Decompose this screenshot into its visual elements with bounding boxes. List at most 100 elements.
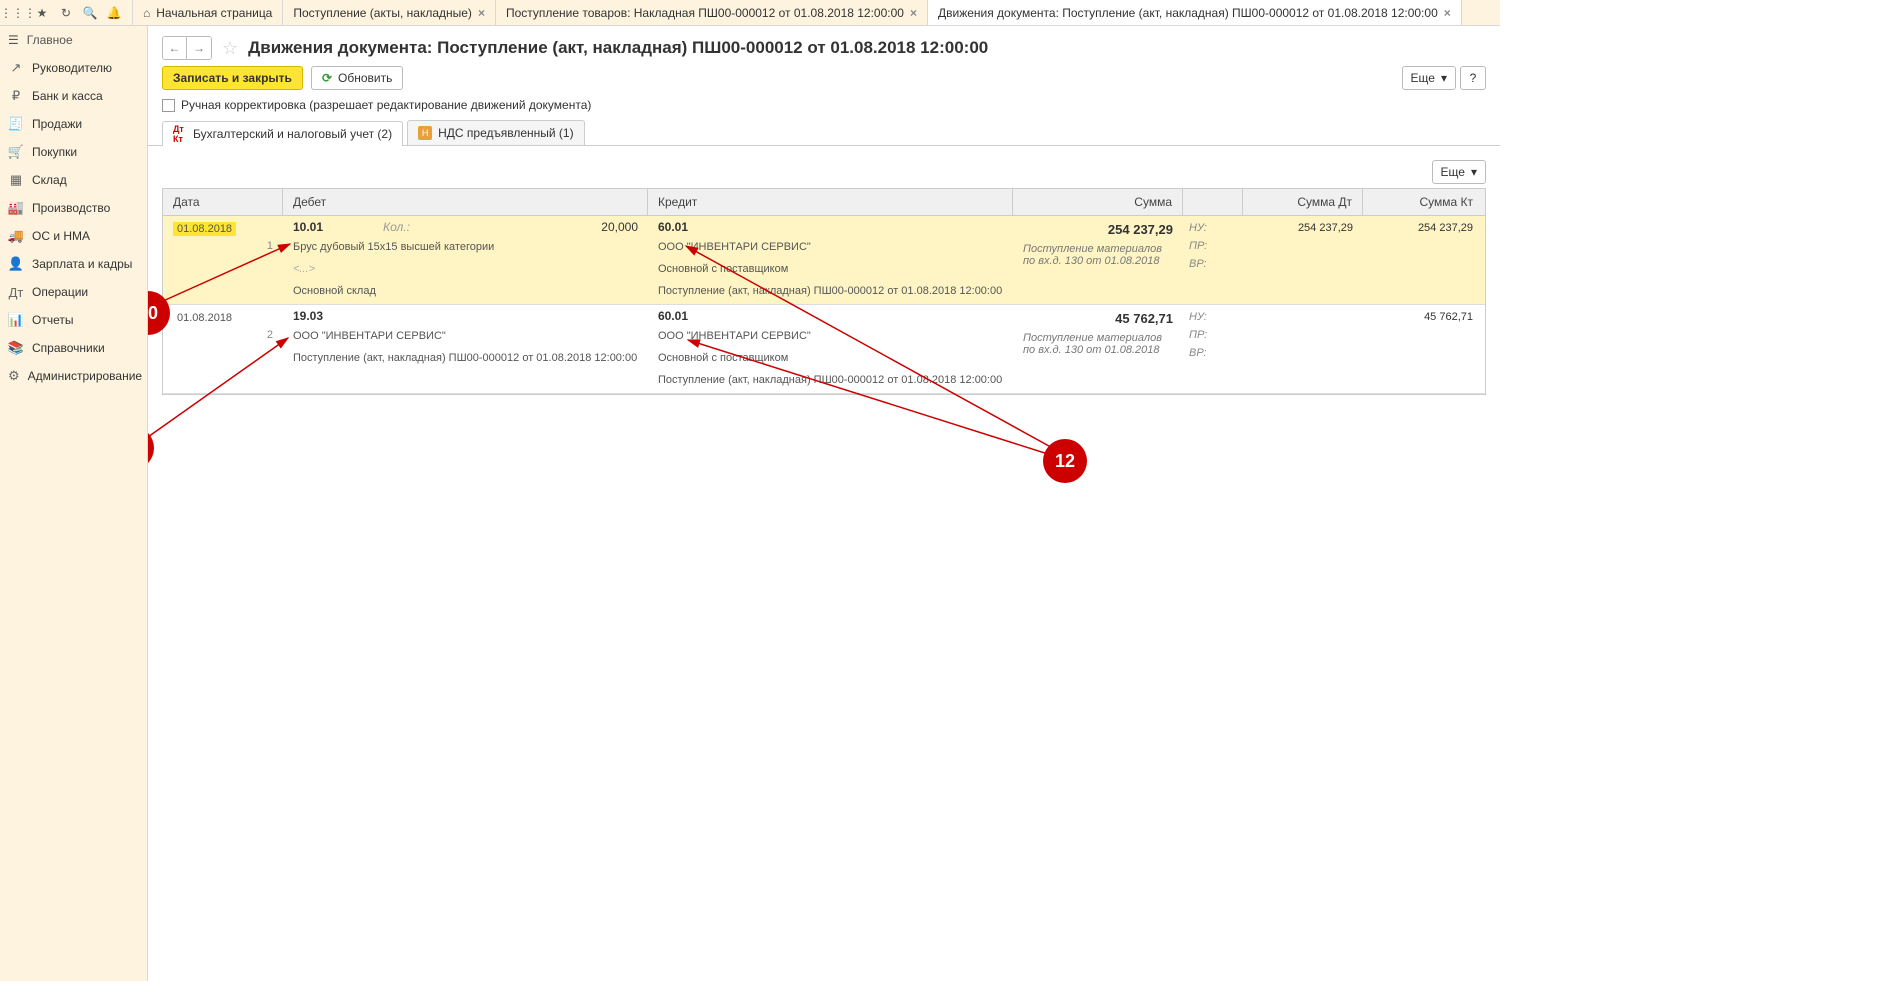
- analytics-line: ООО "ИНВЕНТАРИ СЕРВИС": [648, 327, 1013, 349]
- top-toolbar: ⋮⋮⋮ ★ ↻ 🔍 🔔 ⌂ Начальная страница Поступлен…: [0, 0, 1500, 26]
- sidebar-item[interactable]: 🚚ОС и НМА: [0, 222, 147, 250]
- sidebar-item[interactable]: ⚙Администрирование: [0, 362, 147, 390]
- manual-correction-label: Ручная корректировка (разрешает редактир…: [181, 98, 591, 112]
- table-more-label: Еще: [1441, 165, 1465, 179]
- sidebar-item[interactable]: 🏭Производство: [0, 194, 147, 222]
- annotation-cell: НУ:ПР:ВР:: [1183, 305, 1243, 393]
- home-icon: ⌂: [143, 6, 150, 20]
- close-icon[interactable]: ×: [1444, 6, 1451, 20]
- ann-pr: ПР:: [1189, 329, 1237, 347]
- window-tab[interactable]: Поступление (акты, накладные)×: [283, 0, 496, 25]
- chevron-down-icon: ▾: [1441, 71, 1447, 85]
- qty-label: Кол.:: [383, 220, 511, 234]
- sidebar-item[interactable]: ₽Банк и касса: [0, 82, 147, 110]
- sum-description: Поступление материалов по вх.д. 130 от 0…: [1023, 243, 1173, 267]
- debit-cell: 19.03 ООО "ИНВЕНТАРИ СЕРВИС"Поступление (…: [283, 305, 648, 393]
- search-icon[interactable]: 🔍: [78, 1, 102, 25]
- table-row[interactable]: 01.08.2018110.01Кол.:20,000Брус дубовый …: [163, 216, 1485, 305]
- analytics-line: Поступление (акт, накладная) ПШ00-000012…: [283, 349, 648, 371]
- col-date[interactable]: Дата: [163, 189, 283, 215]
- page-header: ← → ☆ Движения документа: Поступление (а…: [148, 26, 1500, 66]
- analytics-line: Основной с поставщиком: [648, 349, 1013, 371]
- nav-label: Зарплата и кадры: [32, 257, 132, 271]
- sidebar-item[interactable]: 👤 Зарплата и кадры: [0, 250, 147, 278]
- col-ann-spacer: [1183, 189, 1243, 215]
- table-area: Еще ▾ Дата Дебет Кредит Сумма Сумма Дт С…: [148, 146, 1500, 981]
- favorites-icon[interactable]: ★: [30, 1, 54, 25]
- sum-cell: 254 237,29 Поступление материалов по вх.д…: [1013, 216, 1183, 304]
- account-code: 19.03: [293, 309, 383, 323]
- ann-vr: ВР:: [1189, 258, 1237, 276]
- sum-description: Поступление материалов по вх.д. 130 от 0…: [1023, 332, 1173, 356]
- nav-icon: 👤: [8, 256, 24, 272]
- more-button[interactable]: Еще ▾: [1402, 66, 1456, 90]
- row-number: 2: [267, 329, 273, 341]
- account-code: 10.01: [293, 220, 383, 234]
- sum-value: 45 762,71: [1023, 311, 1173, 326]
- sidebar: ☰ Главное ↗Руководителю₽Банк и касса🧾Про…: [0, 26, 148, 981]
- close-icon[interactable]: ×: [478, 6, 485, 20]
- favorite-toggle-icon[interactable]: ☆: [222, 38, 238, 59]
- close-icon[interactable]: ×: [910, 6, 917, 20]
- col-debit[interactable]: Дебет: [283, 189, 648, 215]
- nav-label: Отчеты: [32, 313, 73, 327]
- nav-icon: 📊: [8, 312, 24, 328]
- window-tab[interactable]: Поступление товаров: Накладная ПШ00-0000…: [496, 0, 928, 25]
- col-sum[interactable]: Сумма: [1013, 189, 1183, 215]
- chevron-down-icon: ▾: [1471, 165, 1477, 179]
- page-title: Движения документа: Поступление (акт, на…: [248, 38, 988, 58]
- credit-cell: 60.01 ООО "ИНВЕНТАРИ СЕРВИС"Основной с по…: [648, 305, 1013, 393]
- bell-icon[interactable]: 🔔: [102, 1, 126, 25]
- analytics-line: Поступление (акт, накладная) ПШ00-000012…: [648, 371, 1013, 393]
- window-tab[interactable]: Движения документа: Поступление (акт, на…: [928, 0, 1462, 25]
- sidebar-item[interactable]: 📚Справочники: [0, 334, 147, 362]
- account-code: 60.01: [658, 309, 748, 323]
- subtab-icon: Дт Кт: [173, 127, 187, 141]
- apps-icon[interactable]: ⋮⋮⋮: [6, 1, 30, 25]
- sidebar-item[interactable]: ↗Руководителю: [0, 54, 147, 82]
- nav-icon: 📚: [8, 340, 24, 356]
- help-button[interactable]: ?: [1460, 66, 1486, 90]
- refresh-icon: ⟳: [322, 71, 332, 85]
- date-cell: 01.08.20181: [163, 216, 283, 304]
- subtab-label: НДС предъявленный (1): [438, 126, 573, 140]
- subtab-icon: Н: [418, 126, 432, 140]
- sidebar-main-button[interactable]: ☰ Главное: [0, 26, 147, 54]
- analytics-line: Поступление (акт, накладная) ПШ00-000012…: [648, 282, 1013, 304]
- analytics-line: ООО "ИНВЕНТАРИ СЕРВИС": [648, 238, 1013, 260]
- subtab[interactable]: Н НДС предъявленный (1): [407, 120, 584, 145]
- col-credit[interactable]: Кредит: [648, 189, 1013, 215]
- col-sum-kt[interactable]: Сумма Кт: [1363, 189, 1483, 215]
- table-row[interactable]: 01.08.2018219.03ООО "ИНВЕНТАРИ СЕРВИС"По…: [163, 305, 1485, 394]
- nav-label: Производство: [32, 201, 110, 215]
- history-icon[interactable]: ↻: [54, 1, 78, 25]
- table-more-button[interactable]: Еще ▾: [1432, 160, 1486, 184]
- sidebar-item[interactable]: 🧾Продажи: [0, 110, 147, 138]
- sidebar-item[interactable]: ДтОперации: [0, 278, 147, 306]
- tab-label: Поступление товаров: Накладная ПШ00-0000…: [506, 6, 904, 20]
- credit-cell: 60.01ООО "ИНВЕНТАРИ СЕРВИС"Основной с по…: [648, 216, 1013, 304]
- sidebar-item[interactable]: 🛒Покупки: [0, 138, 147, 166]
- analytics-line: Основной склад: [283, 282, 648, 304]
- nav-label: Банк и касса: [32, 89, 103, 103]
- sum-value: 254 237,29: [1023, 222, 1173, 237]
- sidebar-item[interactable]: 📊 Отчеты: [0, 306, 147, 334]
- col-sum-dt[interactable]: Сумма Дт: [1243, 189, 1363, 215]
- back-button[interactable]: ←: [163, 37, 187, 59]
- nav-label: Операции: [32, 285, 88, 299]
- annotation-cell: НУ:ПР:ВР:: [1183, 216, 1243, 304]
- nav-label: Продажи: [32, 117, 82, 131]
- ann-nu: НУ:: [1189, 222, 1237, 240]
- window-tab[interactable]: ⌂ Начальная страница: [132, 0, 283, 25]
- forward-button[interactable]: →: [187, 37, 211, 59]
- save-and-close-button[interactable]: Записать и закрыть: [162, 66, 303, 90]
- sidebar-item[interactable]: ▦Склад: [0, 166, 147, 194]
- refresh-button[interactable]: ⟳ Обновить: [311, 66, 403, 90]
- analytics-line: ООО "ИНВЕНТАРИ СЕРВИС": [283, 327, 648, 349]
- tabs-bar: ⌂ Начальная страница Поступление (акты, на…: [132, 0, 1494, 25]
- manual-correction-checkbox[interactable]: [162, 99, 175, 112]
- action-bar: Записать и закрыть ⟳ Обновить Еще ▾ ?: [148, 66, 1500, 98]
- tab-label: Начальная страница: [156, 6, 272, 20]
- analytics-line: Основной с поставщиком: [648, 260, 1013, 282]
- subtab[interactable]: Дт КтБухгалтерский и налоговый учет (2): [162, 121, 403, 146]
